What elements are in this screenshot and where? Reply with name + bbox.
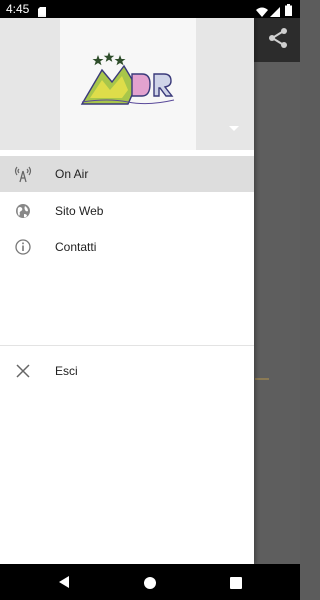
menu-item-sito-web[interactable]: Sito Web	[0, 193, 254, 229]
close-icon	[14, 362, 32, 380]
menu-item-label: Sito Web	[55, 204, 104, 218]
drawer-header	[0, 18, 254, 150]
status-time: 4:45	[6, 2, 30, 16]
back-icon[interactable]	[58, 575, 70, 589]
app-content-accent	[255, 378, 269, 380]
info-icon	[14, 238, 32, 256]
menu-item-label: Contatti	[55, 240, 97, 254]
home-icon[interactable]	[144, 576, 156, 589]
menu-item-on-air[interactable]: On Air	[0, 156, 254, 192]
drawer-divider	[0, 345, 254, 346]
menu-item-label: On Air	[55, 167, 89, 181]
menu-item-esci[interactable]: Esci	[0, 353, 254, 389]
mdr-logo	[78, 52, 178, 116]
share-icon[interactable]	[266, 26, 290, 50]
system-navigation-bar	[0, 564, 300, 600]
navigation-drawer: On Air Sito Web Contatti Esci	[0, 18, 254, 564]
status-bar: 4:45	[0, 0, 300, 18]
radio-tower-icon	[14, 165, 32, 183]
wifi-icon	[256, 4, 268, 17]
globe-icon	[14, 202, 32, 220]
recent-apps-icon[interactable]	[230, 576, 242, 589]
menu-item-contatti[interactable]: Contatti	[0, 229, 254, 265]
account-dropdown-icon[interactable]	[228, 120, 240, 131]
menu-item-label: Esci	[55, 364, 78, 378]
battery-icon	[285, 3, 292, 16]
signal-icon	[270, 4, 280, 17]
sd-card-icon	[38, 4, 46, 17]
